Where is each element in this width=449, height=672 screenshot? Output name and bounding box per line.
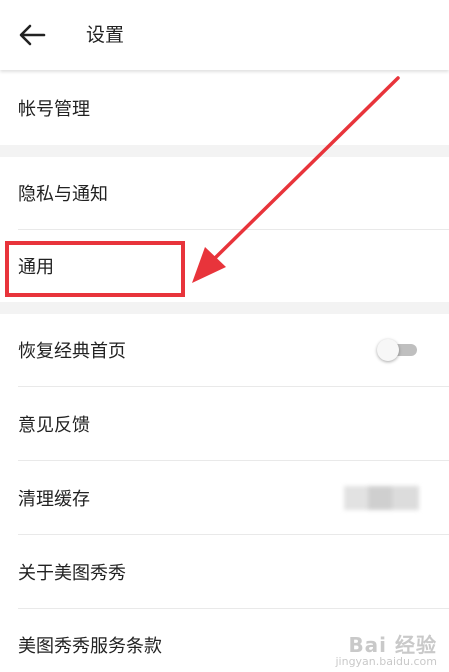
toggle-knob [377,339,399,361]
page-title: 设置 [86,24,125,46]
settings-item-label: 美图秀秀服务条款 [18,636,162,657]
section-divider [0,302,449,314]
settings-item-privacy[interactable]: 隐私与通知 [0,157,449,229]
cache-size-value-redacted [344,485,419,510]
settings-item-clear-cache[interactable]: 清理缓存 [0,461,449,534]
settings-item-general[interactable]: 通用 [0,230,449,302]
settings-item-classic-home[interactable]: 恢复经典首页 [0,314,449,386]
settings-item-about[interactable]: 关于美图秀秀 [0,535,449,608]
settings-item-account[interactable]: 帐号管理 [0,70,449,145]
settings-item-label: 清理缓存 [18,488,90,510]
settings-item-label: 隐私与通知 [18,184,108,205]
settings-item-terms[interactable]: 美图秀秀服务条款 [0,609,449,672]
settings-item-label: 意见反馈 [18,414,90,436]
arrow-left-icon [19,24,46,46]
app-header: 设置 [0,0,449,70]
settings-item-label: 恢复经典首页 [18,341,126,362]
settings-item-label: 通用 [18,257,54,278]
settings-item-label: 关于美图秀秀 [18,562,126,584]
settings-item-label: 帐号管理 [18,98,90,120]
section-divider [0,145,449,157]
back-button[interactable] [18,22,46,48]
classic-home-toggle[interactable] [377,339,417,361]
settings-item-feedback[interactable]: 意见反馈 [0,387,449,460]
